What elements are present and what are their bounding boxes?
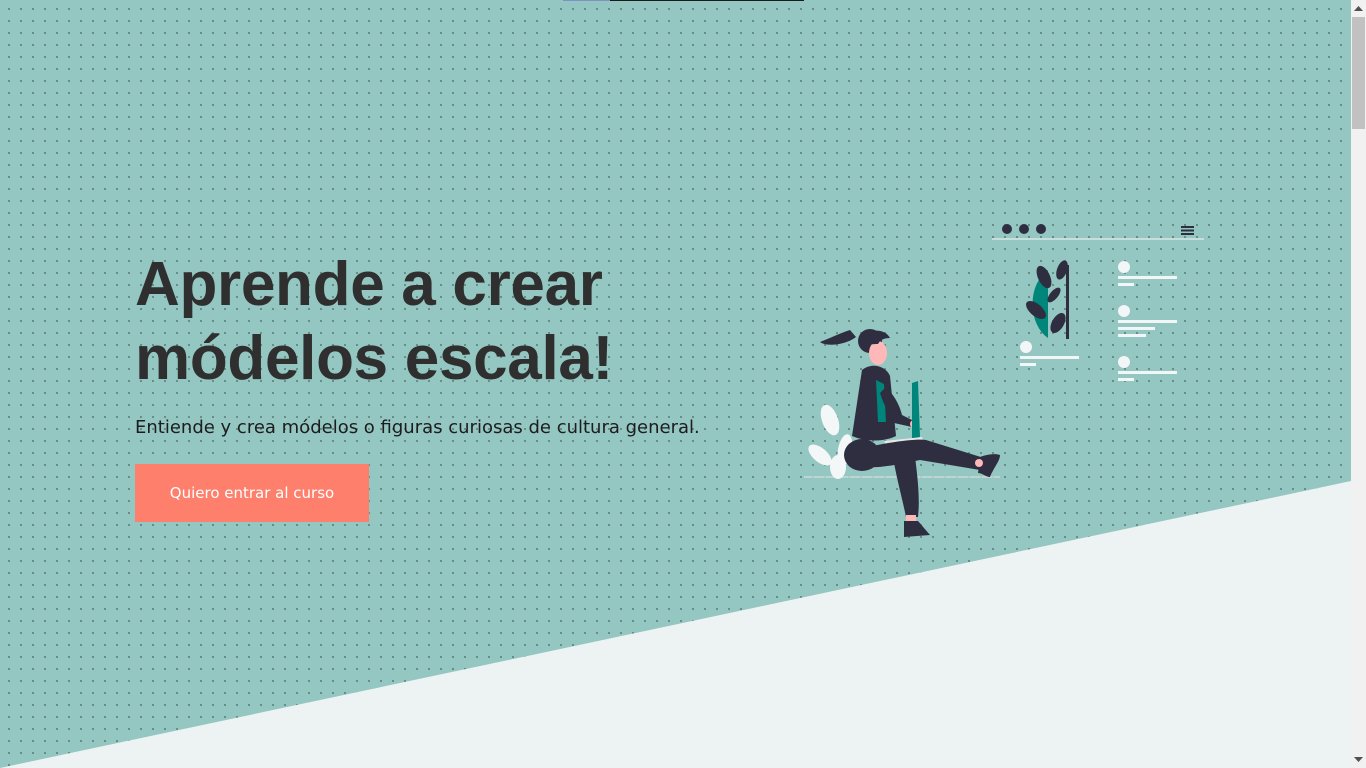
hero-section: Aprende a crear módelos escala! Entiende… xyxy=(0,0,1351,768)
hero-headline: Aprende a crear módelos escala! xyxy=(135,250,613,393)
hero-subtitle: Entiende y crea módelos o figuras curios… xyxy=(135,417,700,438)
top-progress-line-dark xyxy=(610,0,804,1)
scroll-down-arrow-icon[interactable] xyxy=(1351,751,1366,768)
top-progress-line-blue xyxy=(563,0,610,1)
scroll-up-arrow-icon[interactable] xyxy=(1351,0,1366,17)
woman-working-on-laptop-illustration xyxy=(804,224,1204,537)
window-dot-icon xyxy=(1036,224,1046,234)
plant-image-icon xyxy=(1026,260,1069,339)
scrollbar-thumb[interactable] xyxy=(1352,17,1365,129)
window-dot-icon xyxy=(1019,224,1029,234)
window-dot-icon xyxy=(1002,224,1012,234)
woman-figure xyxy=(820,329,1000,537)
browser-mockup xyxy=(992,224,1204,381)
enter-course-button[interactable]: Quiero entrar al curso xyxy=(135,464,369,522)
leaf-plant-icon xyxy=(808,404,853,479)
hamburger-menu-icon xyxy=(1181,226,1194,235)
